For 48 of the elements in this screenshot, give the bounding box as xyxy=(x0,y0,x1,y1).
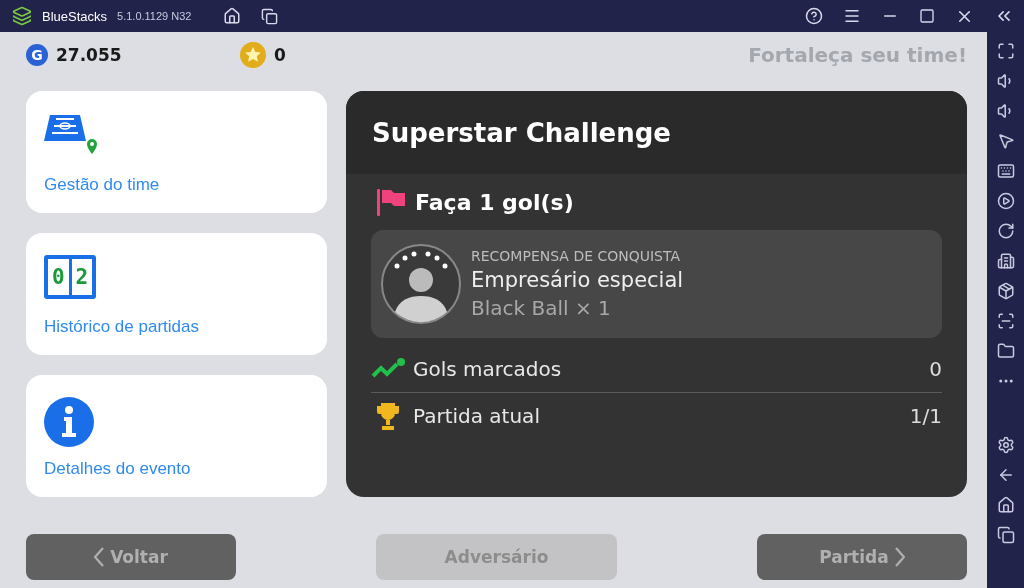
cursor-icon[interactable] xyxy=(996,132,1015,150)
reward-item: Black Ball × 1 xyxy=(471,296,612,320)
trend-icon xyxy=(371,358,405,380)
play-icon[interactable] xyxy=(996,192,1015,210)
app-name: BlueStacks xyxy=(42,8,108,24)
chevron-left-icon xyxy=(94,547,105,567)
card-label: Histórico de partidas xyxy=(44,317,199,337)
currency-amount: 0 xyxy=(274,45,286,65)
help-icon[interactable] xyxy=(805,7,823,25)
goal-text: Faça 1 gol(s) xyxy=(415,189,574,215)
rotate-icon[interactable] xyxy=(996,222,1015,240)
nav-button[interactable]: Partida xyxy=(757,534,967,580)
info-icon xyxy=(44,397,94,447)
home-icon[interactable] xyxy=(996,496,1015,514)
maximize-icon[interactable] xyxy=(919,8,935,24)
building-icon[interactable] xyxy=(996,252,1015,270)
reward-name: Empresário especial xyxy=(471,268,684,292)
app-version: 5.1.0.1129 N32 xyxy=(117,10,192,22)
stat-label: Gols marcados xyxy=(413,357,563,381)
reward-caption: RECOMPENSA DE CONQUISTA xyxy=(471,248,682,264)
menu-icon[interactable] xyxy=(843,7,861,25)
app-logo-icon xyxy=(12,6,32,26)
home-icon[interactable] xyxy=(223,7,242,25)
star-coin-icon xyxy=(240,42,266,68)
currency-amount: 27.055 xyxy=(56,45,122,65)
package-icon[interactable] xyxy=(996,282,1015,300)
fullscreen-icon[interactable] xyxy=(996,42,1015,60)
windows-icon[interactable] xyxy=(261,7,279,25)
settings-icon[interactable] xyxy=(996,436,1015,454)
flag-icon xyxy=(377,188,407,216)
card-label: Gestão do time xyxy=(44,175,160,195)
nav-button[interactable]: Voltar xyxy=(26,534,236,580)
chevron-right-icon xyxy=(894,547,905,567)
stat-value: 1/1 xyxy=(909,404,942,428)
panel-title: Superstar Challenge xyxy=(372,117,671,148)
menu-card[interactable]: Detalhes do evento xyxy=(26,375,327,497)
folder-icon[interactable] xyxy=(996,342,1015,360)
scoreboard-icon: 0 2 xyxy=(44,255,96,299)
coin-icon: G xyxy=(26,44,48,66)
menu-card[interactable]: Gestão do time xyxy=(26,91,327,213)
banner-text: Fortaleça seu time! xyxy=(748,43,967,67)
stat-label: Partida atual xyxy=(413,404,541,428)
stat-value: 0 xyxy=(929,357,942,381)
card-label: Detalhes do evento xyxy=(44,459,191,479)
screenshot-icon[interactable] xyxy=(996,312,1015,330)
menu-card[interactable]: 0 2 Histórico de partidas xyxy=(26,233,327,355)
keyboard-icon[interactable] xyxy=(996,162,1015,180)
windows-icon[interactable] xyxy=(996,526,1015,544)
